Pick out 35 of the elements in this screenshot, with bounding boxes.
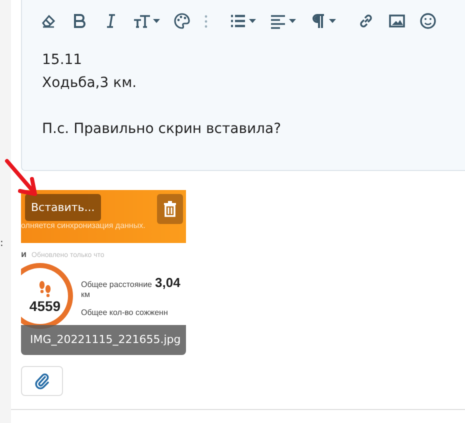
- calories-label: Общее кол-во сожженн: [81, 308, 168, 317]
- distance-label: Общее расстояние: [81, 280, 152, 289]
- footprints-icon: [37, 280, 53, 298]
- header-text: и: [21, 249, 27, 259]
- insert-button[interactable]: Вставить...: [25, 194, 101, 221]
- link-icon: [357, 12, 375, 30]
- emoji-icon: [419, 12, 437, 30]
- image-icon: [388, 12, 406, 30]
- caret-icon: [249, 19, 256, 23]
- attach-button[interactable]: [21, 366, 63, 396]
- step-count: 4559: [29, 298, 61, 314]
- delete-button[interactable]: [157, 194, 183, 224]
- text-line: 15.11: [42, 52, 82, 68]
- file-name: IMG_20221115_221655.jpg: [21, 325, 186, 355]
- text-editor[interactable]: 15.11 Ходьба,3 км. П.с. Правильно скрин вставила?: [21, 0, 465, 171]
- caret-icon: [153, 19, 160, 23]
- palette-icon: [173, 12, 191, 30]
- more-icon: [204, 14, 208, 28]
- text-size-icon: [133, 12, 151, 30]
- distance-value: 3,04: [155, 275, 180, 290]
- text-line: Ходьба,3 км.: [42, 75, 137, 91]
- text-fragment: :: [0, 238, 4, 250]
- palette-button[interactable]: [173, 10, 191, 32]
- trash-icon: [163, 201, 177, 217]
- paperclip-icon: [34, 372, 50, 390]
- emoji-button[interactable]: [419, 10, 437, 32]
- caret-icon: [329, 19, 336, 23]
- caret-icon: [289, 19, 296, 23]
- align-icon: [269, 12, 287, 30]
- eraser-icon: [40, 12, 58, 30]
- status-text: олняется синхронизация данных.: [21, 221, 146, 230]
- arrow-annotation: [4, 158, 40, 198]
- distance-unit: км: [81, 290, 90, 299]
- text-line: П.с. Правильно скрин вставила?: [42, 121, 282, 137]
- list-icon: [229, 12, 247, 30]
